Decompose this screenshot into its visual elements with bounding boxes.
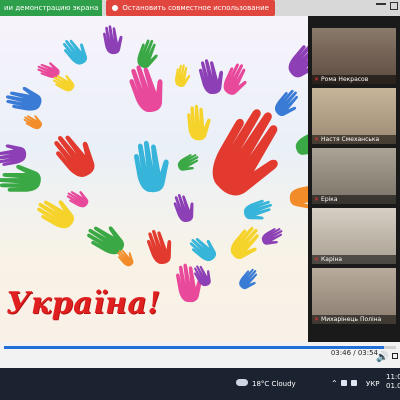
maximize-icon[interactable] [390, 2, 398, 10]
screen-share-bar: ии демонстрацию экрана Остановить совмес… [0, 0, 400, 16]
stop-icon [112, 5, 119, 11]
muted-mic-icon: ✕ [314, 196, 320, 203]
participant-tile[interactable]: ✕ Еріка [312, 148, 396, 204]
stop-sharing-button[interactable]: Остановить совместное использование [106, 0, 275, 16]
participant-name-label: ✕ Еріка [312, 195, 396, 204]
cloud-icon [236, 379, 248, 386]
playback-time: 03:46 / 03:54 [330, 349, 378, 357]
hands-group [0, 23, 308, 305]
speaker-icon[interactable] [351, 380, 357, 386]
language-indicator[interactable]: УКР [366, 380, 379, 388]
participant-name-label: ✕ Каріна [312, 255, 396, 264]
participant-name-label: ✕ Михарінець Поліна [312, 315, 396, 324]
muted-mic-icon: ✕ [314, 136, 320, 143]
clock-date: 01.09.2 [386, 382, 400, 390]
weather-widget[interactable]: 18°C Cloudy [252, 380, 296, 388]
progress-fill [4, 346, 384, 349]
muted-mic-icon: ✕ [314, 76, 320, 83]
clock-time: 11:0 [386, 373, 400, 381]
volume-icon[interactable]: 🔊 [376, 352, 388, 363]
participant-name: Еріка [321, 196, 338, 203]
windows-taskbar: 18°C Cloudy ⌃ УКР 11:0 01.09.2 [0, 368, 400, 400]
minimize-icon[interactable] [376, 3, 386, 5]
participant-tile[interactable]: ✕ Михарінець Поліна [312, 268, 396, 324]
participant-tile[interactable]: ✕ Каріна [312, 208, 396, 264]
participant-video-strip: ✕ Рома Некрасов ✕ Настя Смеханська ✕ Еріка … [308, 16, 400, 342]
participant-name-label: ✕ Настя Смеханська [312, 135, 396, 144]
shared-slide: Україна! [0, 16, 308, 342]
sharing-status: ии демонстрацию экрана [0, 0, 103, 16]
participant-name: Рома Некрасов [321, 76, 369, 83]
participant-name: Настя Смеханська [321, 136, 380, 143]
network-icon[interactable] [341, 380, 347, 386]
tray-expand-icon[interactable]: ⌃ [331, 379, 338, 388]
system-clock[interactable]: 11:0 01.09.2 [386, 373, 400, 391]
sharing-status-label: ии демонстрацию экрана [4, 4, 99, 12]
video-player-controls: 03:46 / 03:54 🔊 [0, 342, 400, 368]
participant-tile[interactable]: ✕ Рома Некрасов [312, 28, 396, 84]
participant-name: Михарінець Поліна [321, 316, 382, 323]
participant-tile[interactable]: ✕ Настя Смеханська [312, 88, 396, 144]
fullscreen-icon[interactable] [392, 353, 398, 359]
participant-name-label: ✕ Рома Некрасов [312, 75, 396, 84]
participant-name: Каріна [321, 256, 343, 263]
muted-mic-icon: ✕ [314, 316, 320, 323]
slide-title: Україна! [6, 286, 161, 321]
muted-mic-icon: ✕ [314, 256, 320, 263]
stop-sharing-label: Остановить совместное использование [122, 4, 269, 12]
